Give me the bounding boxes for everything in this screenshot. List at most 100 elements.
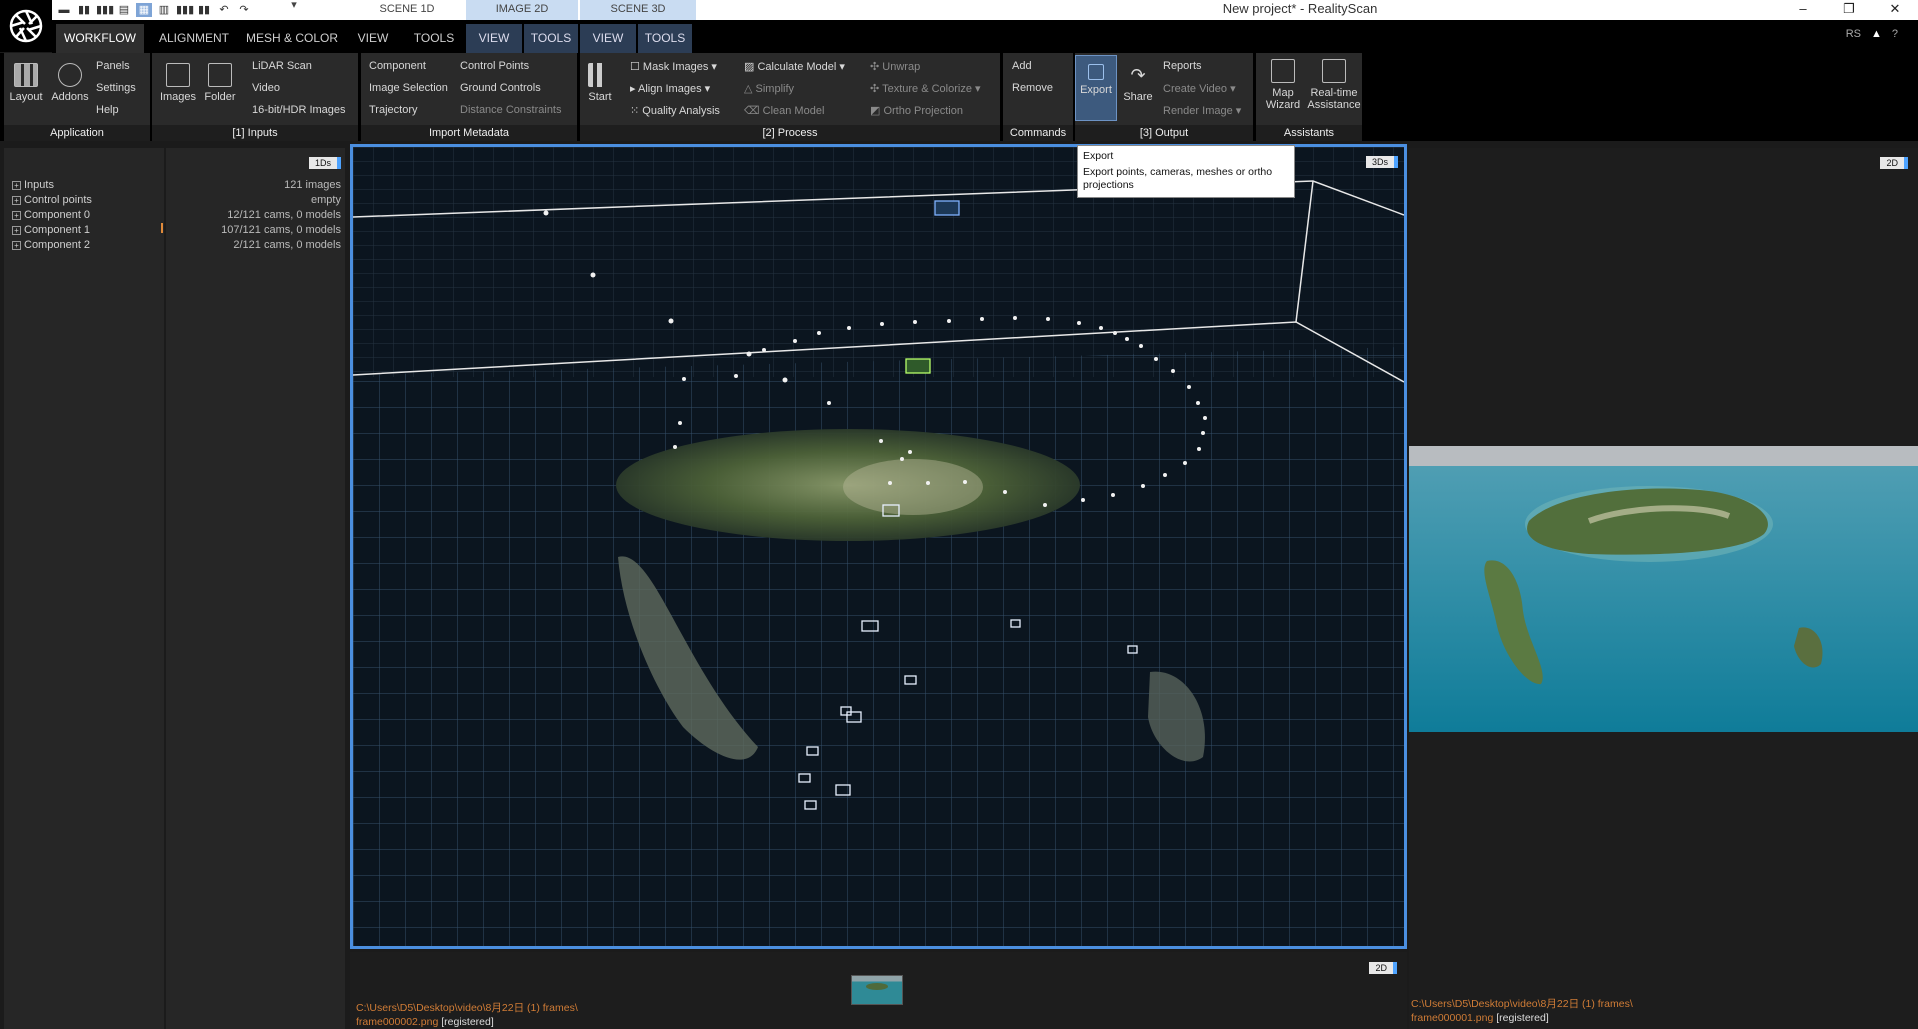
minimize-button[interactable]: – — [1780, 0, 1826, 20]
rs-label[interactable]: RS — [1846, 28, 1861, 40]
view-badge-2d-right[interactable]: 2D — [1880, 157, 1908, 169]
project-tree-panel: + Inputs + Control points + Component 0 + Co… — [4, 148, 164, 1029]
view-badge-1ds[interactable]: 1Ds — [308, 157, 341, 169]
calculate-model-button[interactable]: ▨ Calculate Model ▾ — [744, 60, 845, 73]
restore-button[interactable]: ❐ — [1826, 0, 1872, 20]
tree-item-component-0[interactable]: + Component 0 — [12, 208, 92, 223]
texture-icon: ✣ — [870, 83, 883, 95]
alert-icon[interactable]: ▲ — [1871, 28, 1882, 40]
tree-item-inputs[interactable]: + Inputs — [12, 178, 92, 193]
distance-constraints-button[interactable]: Distance Constraints — [460, 104, 562, 116]
image-2d-bottom-view[interactable]: 2D C:\Users\D5\Desktop\video\8月22日 (1) f… — [350, 952, 1407, 1029]
qa-dropdown[interactable]: ▾ — [288, 0, 300, 16]
tab-workflow[interactable]: WORKFLOW — [56, 24, 144, 53]
trajectory-button[interactable]: Trajectory — [369, 104, 418, 116]
create-video-button[interactable]: Create Video ▾ — [1163, 82, 1236, 95]
addons-icon — [58, 63, 82, 87]
tab-image-view[interactable]: VIEW — [466, 24, 522, 53]
hdr-images-button[interactable]: 16-bit/HDR Images — [252, 104, 346, 116]
folder-button[interactable]: Folder — [200, 63, 240, 103]
add-button[interactable]: Add — [1012, 60, 1032, 72]
scene-3d-canvas[interactable] — [353, 147, 1404, 946]
start-button[interactable]: Start — [584, 63, 616, 103]
layout-3-icon[interactable]: ▮▮▮ — [96, 3, 114, 17]
undo-icon[interactable]: ↶ — [216, 3, 232, 17]
path-text: C:\Users\D5\Desktop\video\8月22日 (1) fram… — [1411, 998, 1633, 1010]
expand-icon[interactable]: + — [12, 196, 21, 205]
tab-alignment[interactable]: ALIGNMENT — [150, 24, 238, 53]
layout-2-icon[interactable]: ▮▮ — [76, 3, 92, 17]
simplify-button[interactable]: △ Simplify — [744, 82, 794, 95]
tab-scene-view[interactable]: VIEW — [580, 24, 636, 53]
group-label-output: [3] Output — [1075, 125, 1253, 141]
image-thumbnail[interactable] — [851, 975, 903, 1005]
path-text: C:\Users\D5\Desktop\video\8月22日 (1) fram… — [356, 1002, 578, 1014]
image-selection-button[interactable]: Image Selection — [369, 82, 448, 94]
export-button[interactable]: Export — [1075, 55, 1117, 121]
realtime-assistance-button[interactable]: Real-time Assistance — [1306, 59, 1362, 111]
tree-value: 2/121 cams, 0 models — [233, 239, 341, 251]
unwrap-icon: ✣ — [870, 61, 883, 73]
share-button[interactable]: ↷ Share — [1119, 63, 1157, 103]
file-name: frame000002.png — [356, 1016, 439, 1028]
tab-image-2d[interactable]: IMAGE 2D — [466, 0, 578, 20]
expand-icon[interactable]: + — [12, 226, 21, 235]
layout-4-icon[interactable]: ▤ — [116, 3, 132, 17]
align-images-button[interactable]: ▸ Align Images ▾ — [630, 82, 710, 95]
video-button[interactable]: Video — [252, 82, 280, 94]
map-wizard-button[interactable]: Map Wizard — [1260, 59, 1306, 111]
clean-model-button[interactable]: ⌫ Clean Model — [744, 104, 824, 117]
tree-item-control-points[interactable]: + Control points — [12, 193, 92, 208]
layout-1-icon[interactable]: ▬ — [56, 3, 72, 17]
layout-7-icon[interactable]: ▮▮▮ — [176, 3, 194, 17]
texture-colorize-button[interactable]: ✣ Texture & Colorize ▾ — [870, 82, 981, 95]
app-logo-icon[interactable] — [0, 0, 52, 52]
tab-mesh-color[interactable]: MESH & COLOR — [242, 24, 342, 53]
view-badge-2d-bottom[interactable]: 2D — [1369, 962, 1397, 974]
expand-icon[interactable]: + — [12, 211, 21, 220]
align-icon: ▸ — [630, 83, 638, 95]
view-badge-3ds[interactable]: 3Ds — [1365, 156, 1398, 168]
tree-item-component-1[interactable]: + Component 1 — [12, 223, 92, 238]
tab-scene-1d[interactable]: SCENE 1D — [360, 0, 454, 20]
render-image-button[interactable]: Render Image ▾ — [1163, 104, 1241, 117]
unwrap-button[interactable]: ✣ Unwrap — [870, 60, 920, 73]
images-button[interactable]: Images — [158, 63, 198, 103]
remove-button[interactable]: Remove — [1012, 82, 1053, 94]
component-button[interactable]: Component — [369, 60, 426, 72]
reports-button[interactable]: Reports — [1163, 60, 1202, 72]
folder-icon — [208, 63, 232, 87]
tab-scene-tools[interactable]: TOOLS — [638, 24, 692, 53]
tree-item-component-2[interactable]: + Component 2 — [12, 238, 92, 253]
expand-icon[interactable]: + — [12, 181, 21, 190]
export-button-inner: Export — [1076, 64, 1116, 96]
tab-tools[interactable]: TOOLS — [404, 24, 464, 53]
mask-images-button[interactable]: ☐ Mask Images ▾ — [630, 60, 717, 73]
expand-icon[interactable]: + — [12, 241, 21, 250]
layout-5-icon[interactable]: ▦ — [136, 3, 152, 17]
redo-icon[interactable]: ↷ — [236, 3, 252, 17]
splitter-marker[interactable] — [161, 223, 163, 233]
tab-image-tools[interactable]: TOOLS — [524, 24, 578, 53]
quality-analysis-button[interactable]: ⁙ Quality Analysis — [630, 104, 720, 117]
scene-3d-viewport[interactable]: 3Ds — [350, 144, 1407, 949]
panels-button[interactable]: Panels — [96, 60, 130, 72]
addons-button[interactable]: Addons — [48, 63, 92, 103]
ground-controls-button[interactable]: Ground Controls — [460, 82, 541, 94]
file-line: frame000002.png [registered] — [356, 1015, 578, 1029]
tab-view[interactable]: VIEW — [348, 24, 398, 53]
ortho-projection-button[interactable]: ◩ Ortho Projection — [870, 104, 963, 117]
lidar-scan-button[interactable]: LiDAR Scan — [252, 60, 312, 72]
control-points-button[interactable]: Control Points — [460, 60, 529, 72]
image-2d-right-view[interactable]: 2D C:\Users\D5\Desktop\video\8月22日 (1) f… — [1409, 148, 1918, 1029]
close-button[interactable]: ✕ — [1872, 0, 1918, 20]
layout-6-icon[interactable]: ▥ — [156, 3, 172, 17]
help-icon[interactable]: ? — [1892, 28, 1898, 40]
tab-scene-3d[interactable]: SCENE 3D — [580, 0, 696, 20]
help-button[interactable]: Help — [96, 104, 119, 116]
settings-button[interactable]: Settings — [96, 82, 136, 94]
layout-8-icon[interactable]: ▮▮ — [196, 3, 212, 17]
layout-button[interactable]: Layout — [8, 63, 44, 103]
mask-icon: ☐ — [630, 61, 643, 73]
aerial-image[interactable] — [1409, 446, 1918, 732]
